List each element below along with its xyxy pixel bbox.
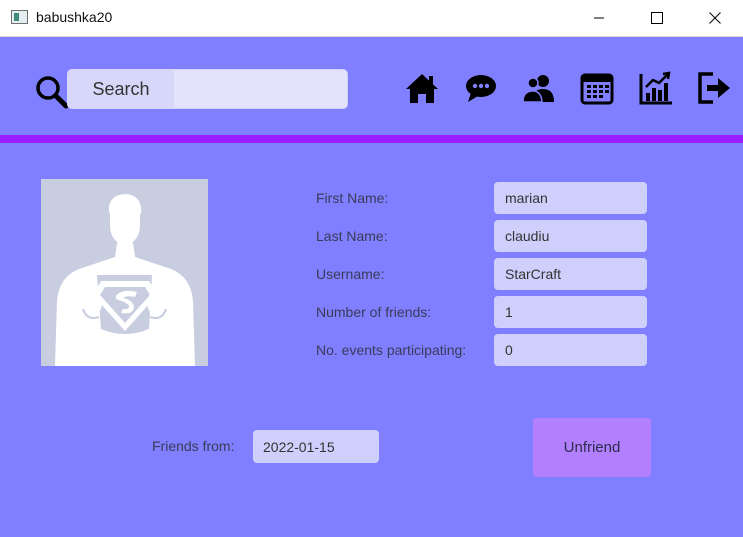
unfriend-button[interactable]: Unfriend [533,418,651,477]
friends-button[interactable] [521,70,557,106]
avatar [41,179,208,366]
stats-button[interactable] [638,70,674,106]
home-button[interactable] [404,70,440,106]
search-input[interactable] [174,69,348,109]
events-count-field: 0 [494,334,647,366]
friends-from-date: 2022-01-15 [253,430,379,463]
search-label: Search [67,69,175,109]
friends-from-label: Friends from: [152,438,235,454]
nav-divider [0,135,743,143]
calendar-icon [580,73,614,105]
superman-avatar-icon [41,179,208,366]
logout-icon [698,72,730,104]
last-name-label: Last Name: [316,228,388,244]
stats-icon [639,71,672,105]
events-count-label: No. events participating: [316,342,467,358]
minimize-icon [594,17,604,19]
home-icon [406,74,438,103]
username-label: Username: [316,266,385,282]
close-button[interactable] [686,0,743,36]
chat-icon [466,75,496,102]
calendar-button[interactable] [579,70,615,106]
maximize-icon [651,12,663,24]
search-icon[interactable] [35,75,69,109]
maximize-button[interactable] [628,0,686,36]
username-field: StarCraft [494,258,647,290]
friends-count-field: 1 [494,296,647,328]
friends-count-label: Number of friends: [316,304,432,320]
first-name-field: marian [494,182,647,214]
last-name-field: claudiu [494,220,647,252]
minimize-button[interactable] [570,0,628,36]
close-icon [709,12,721,24]
app-content: Search First Name: marian Last Name: cla… [0,37,743,537]
window-title: babushka20 [36,9,113,25]
chat-button[interactable] [463,70,499,106]
friends-icon [522,75,554,103]
app-icon [11,10,28,24]
logout-button[interactable] [696,70,732,106]
first-name-label: First Name: [316,190,389,206]
window-titlebar: babushka20 [0,0,743,37]
